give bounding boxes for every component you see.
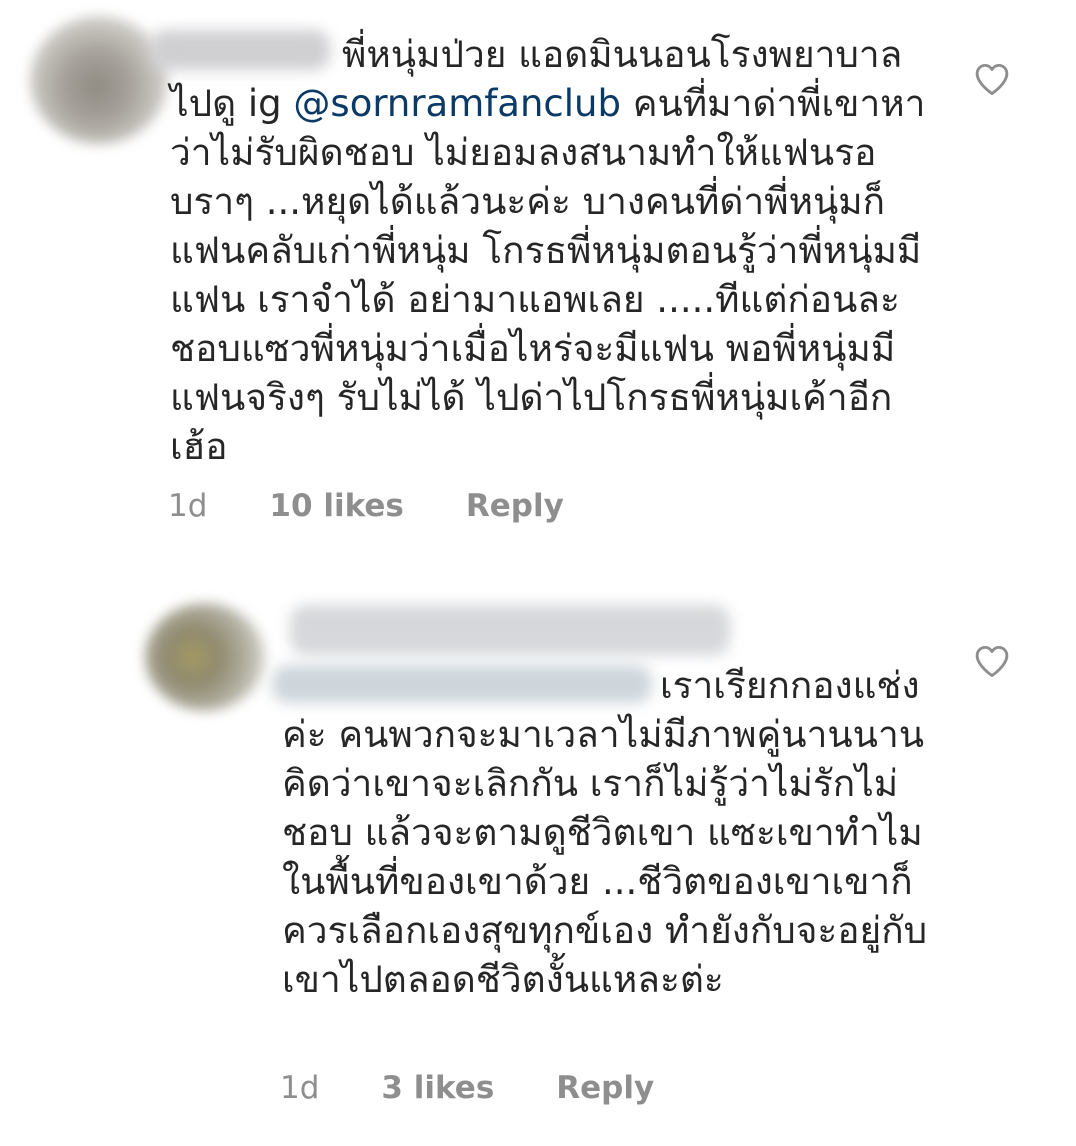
avatar[interactable]: [30, 16, 168, 144]
comment-text: เราเรียกกองแช่งค่ะ คนพวกจะมาเวลาไม่มีภาพ…: [282, 664, 936, 1001]
comment-item-1: พี่หนุ่มป่วย แอดมินนอนโรงพยาบาล ไปดู ig …: [0, 0, 1076, 560]
likes-count[interactable]: 10 likes: [269, 488, 403, 524]
comment-item-2: เราเรียกกองแช่งค่ะ คนพวกจะมาเวลาไม่มีภาพ…: [0, 585, 1076, 1146]
comment-meta: 1d 10 likes Reply: [168, 488, 564, 524]
comment-text: พี่หนุ่มป่วย แอดมินนอนโรงพยาบาล ไปดู ig …: [170, 30, 950, 471]
reply-button[interactable]: Reply: [466, 488, 564, 524]
comment-time: 1d: [168, 488, 208, 524]
username-redacted[interactable]: [290, 605, 730, 655]
comment-time: 1d: [280, 1070, 320, 1106]
comment-text-part: คนที่มาด่าพี่เขาหาว่าไม่รับผิดชอบ ไม่ยอม…: [170, 82, 926, 468]
heart-outline-icon[interactable]: [973, 60, 1011, 98]
mention-link[interactable]: @sornramfanclub: [293, 82, 621, 125]
avatar[interactable]: [145, 603, 265, 711]
heart-outline-icon[interactable]: [973, 642, 1011, 680]
reply-button[interactable]: Reply: [556, 1070, 654, 1106]
likes-count[interactable]: 3 likes: [381, 1070, 494, 1106]
comment-meta: 1d 3 likes Reply: [280, 1070, 654, 1106]
